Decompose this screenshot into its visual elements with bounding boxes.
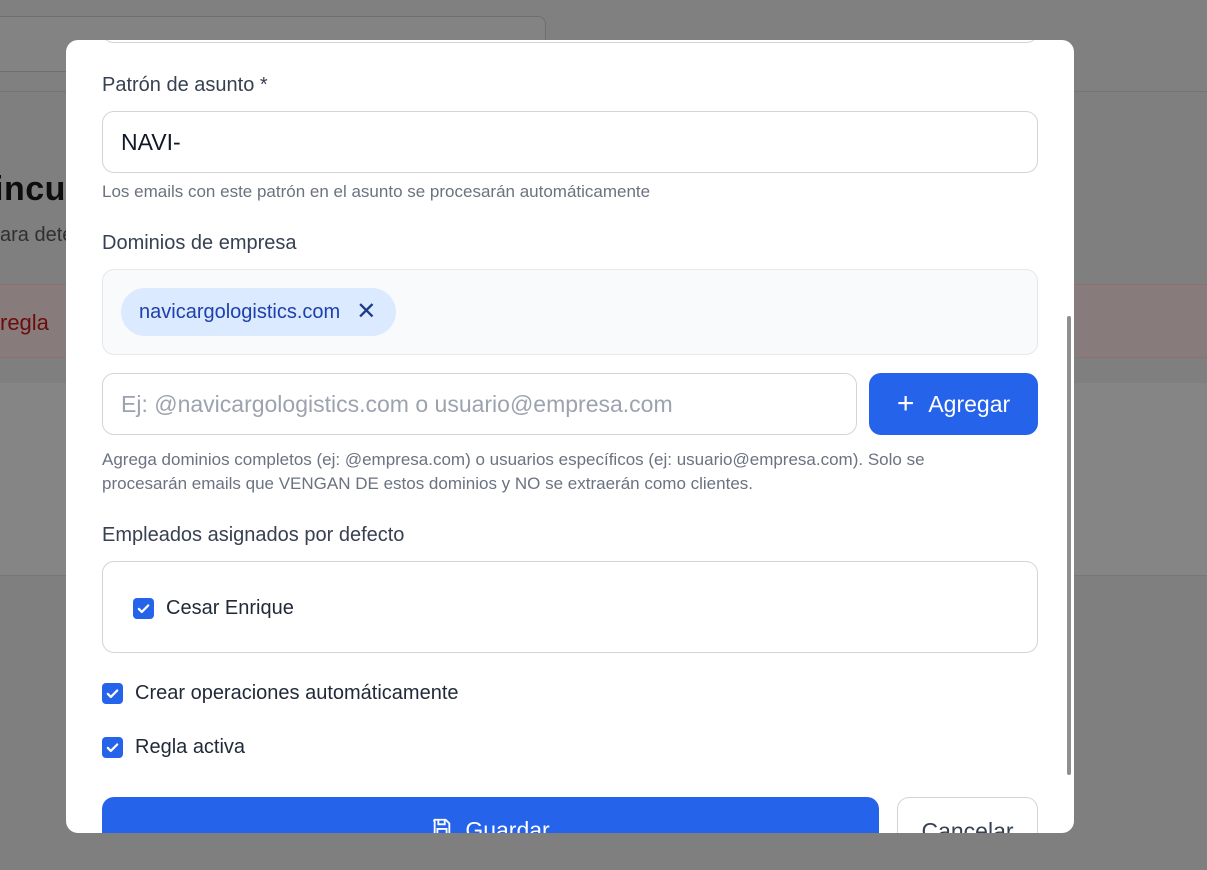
domains-label: Dominios de empresa — [102, 232, 297, 254]
cancel-label: Cancelar — [921, 818, 1014, 833]
close-icon[interactable]: ✕ — [356, 300, 376, 324]
employee-option[interactable]: Cesar Enrique — [133, 597, 294, 620]
auto-create-option[interactable]: Crear operaciones automáticamente — [102, 682, 459, 705]
domains-hint-line1: Agrega dominios completos (ej: @empresa.… — [102, 450, 925, 469]
previous-field-input[interactable] — [102, 40, 1038, 43]
employees-label: Empleados asignados por defecto — [102, 524, 405, 546]
subject-pattern-hint: Los emails con este patrón en el asunto … — [102, 182, 651, 201]
active-rule-option[interactable]: Regla activa — [102, 736, 245, 759]
rule-modal: Patrón de asunto * NAVI- Los emails con … — [66, 40, 1074, 833]
domain-input-placeholder: Ej: @navicargologistics.com o usuario@em… — [121, 390, 673, 417]
add-domain-button[interactable]: + Agregar — [869, 373, 1038, 435]
domain-chip: navicargologistics.com ✕ — [121, 288, 397, 336]
background-alert-text: regla — [0, 310, 49, 335]
auto-create-label: Crear operaciones automáticamente — [135, 682, 459, 704]
background-page-subtitle: ara dete — [0, 224, 74, 246]
domains-hint-line2: procesarán emails que VENGAN DE estos do… — [102, 474, 753, 493]
domain-chip-label: navicargologistics.com — [139, 300, 341, 323]
add-domain-label: Agregar — [928, 390, 1011, 417]
employees-list: Cesar Enrique — [102, 561, 1038, 653]
save-button[interactable]: Guardar — [102, 797, 879, 833]
employee-checkbox[interactable] — [133, 598, 154, 619]
domain-input[interactable]: Ej: @navicargologistics.com o usuario@em… — [102, 373, 857, 435]
active-rule-checkbox[interactable] — [102, 737, 123, 758]
check-icon — [137, 604, 150, 614]
subject-pattern-label: Patrón de asunto * — [102, 74, 268, 96]
plus-icon: + — [896, 387, 915, 420]
modal-scrollbar[interactable] — [1067, 316, 1071, 775]
domains-hint: Agrega dominios completos (ej: @empresa.… — [102, 448, 925, 496]
save-label: Guardar — [465, 817, 550, 833]
check-icon — [106, 689, 119, 699]
subject-pattern-input[interactable]: NAVI- — [102, 111, 1038, 173]
auto-create-checkbox[interactable] — [102, 683, 123, 704]
domains-list: navicargologistics.com ✕ — [102, 269, 1038, 355]
save-icon — [433, 818, 451, 833]
active-rule-label: Regla activa — [135, 736, 246, 758]
cancel-button[interactable]: Cancelar — [897, 797, 1038, 833]
subject-pattern-value: NAVI- — [121, 128, 181, 155]
employee-name: Cesar Enrique — [166, 597, 294, 619]
check-icon — [106, 743, 119, 753]
background-page-title: incu — [0, 170, 66, 208]
